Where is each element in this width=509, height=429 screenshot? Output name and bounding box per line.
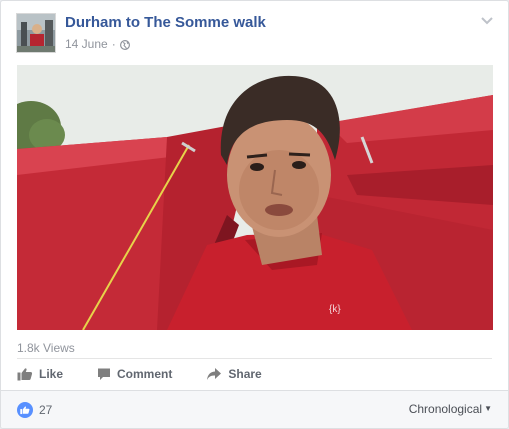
chevron-down-icon[interactable] xyxy=(480,13,494,25)
order-label: Chronological xyxy=(408,402,483,416)
share-arrow-icon xyxy=(207,368,222,380)
page-name-link[interactable]: Durham to The Somme walk xyxy=(65,14,266,31)
reactions-footer: 27 Chronological ▼ xyxy=(1,390,508,428)
share-button[interactable]: Share xyxy=(206,367,262,381)
like-button[interactable]: Like xyxy=(17,367,63,381)
post-date[interactable]: 14 June xyxy=(65,37,108,51)
divider xyxy=(17,358,492,359)
page-avatar[interactable] xyxy=(16,13,56,53)
post-header: Durham to The Somme walk 14 June · xyxy=(1,1,508,61)
thumbs-up-icon xyxy=(17,368,33,381)
meta-separator: · xyxy=(111,37,116,51)
globe-icon xyxy=(119,39,130,51)
view-count: 1.8k Views xyxy=(17,341,75,355)
svg-text:{k}: {k} xyxy=(329,304,341,315)
comment-button[interactable]: Comment xyxy=(97,367,172,381)
comment-icon xyxy=(98,368,111,380)
thumbs-up-icon xyxy=(17,402,33,418)
action-bar: Like Comment Share xyxy=(17,363,296,385)
caret-down-icon: ▼ xyxy=(484,404,492,413)
comment-order-dropdown[interactable]: Chronological ▼ xyxy=(409,402,492,416)
reaction-count: 27 xyxy=(39,403,53,417)
video-frame: {k} xyxy=(17,65,493,330)
comment-label: Comment xyxy=(117,367,173,381)
reaction-summary[interactable]: 27 xyxy=(17,402,52,418)
share-label: Share xyxy=(228,367,262,381)
video-player[interactable]: {k} xyxy=(17,65,493,330)
post-meta: 14 June · xyxy=(65,37,130,51)
like-label: Like xyxy=(39,367,64,381)
post-card: Durham to The Somme walk 14 June · {k} 1… xyxy=(0,0,509,429)
